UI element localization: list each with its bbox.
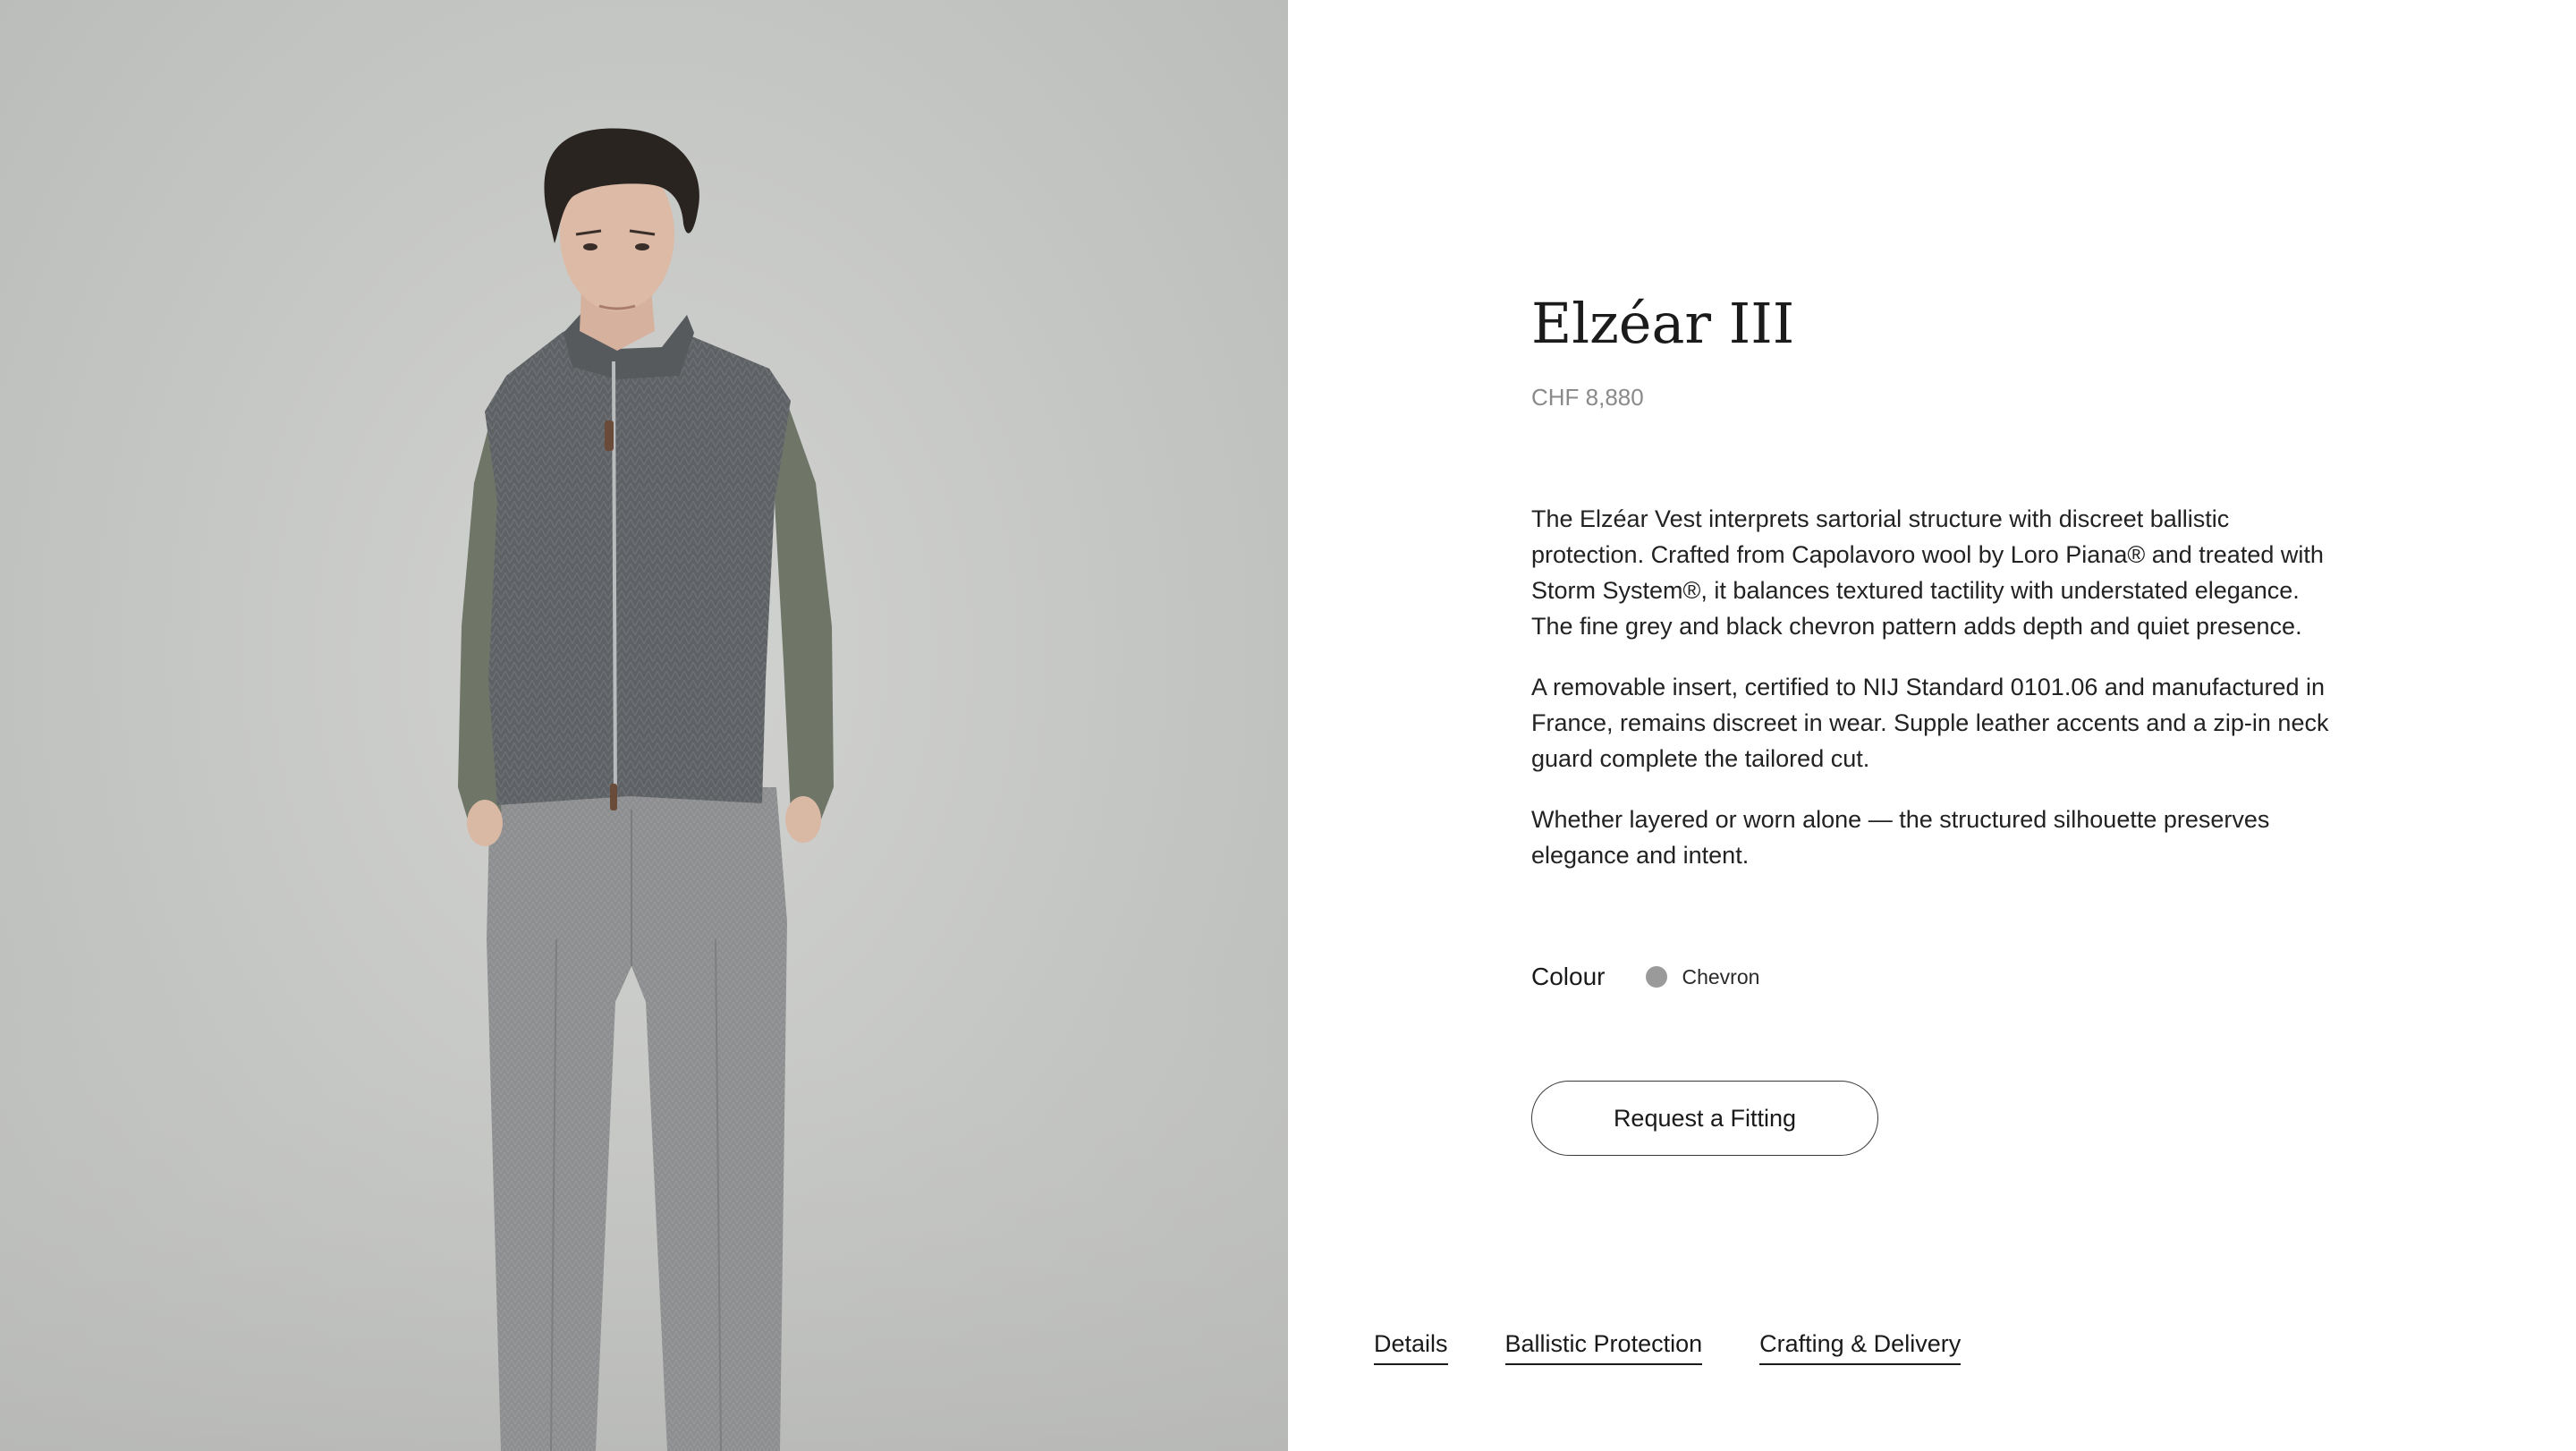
request-fitting-button[interactable]: Request a Fitting: [1531, 1081, 1878, 1156]
colour-label: Colour: [1531, 963, 1606, 990]
product-tabs: Details Ballistic Protection Crafting & …: [1374, 1326, 2018, 1365]
sleeve-right: [775, 403, 834, 819]
tab-ballistic-protection[interactable]: Ballistic Protection: [1504, 1326, 1703, 1365]
description-paragraph: The Elzéar Vest interprets sartorial str…: [1531, 505, 2324, 640]
tab-crafting-delivery[interactable]: Crafting & Delivery: [1759, 1326, 1962, 1365]
colour-selector: Colour Chevron: [1531, 957, 1759, 997]
colour-swatch-chevron[interactable]: [1646, 966, 1668, 988]
description-paragraph: A removable insert, certified to NIJ Sta…: [1531, 674, 2329, 772]
model-illustration: [0, 128, 1288, 1451]
tab-details[interactable]: Details: [1374, 1326, 1448, 1365]
product-price: CHF 8,880: [1531, 384, 1644, 411]
product-title: Elzéar III: [1531, 291, 1795, 356]
vest: [485, 322, 791, 805]
product-photo: [0, 0, 1288, 1451]
colour-swatch-name[interactable]: Chevron: [1682, 965, 1759, 989]
description-paragraph: Whether layered or worn alone — the stru…: [1531, 806, 2270, 869]
product-description: The Elzéar Vest interprets sartorial str…: [1531, 501, 2341, 898]
